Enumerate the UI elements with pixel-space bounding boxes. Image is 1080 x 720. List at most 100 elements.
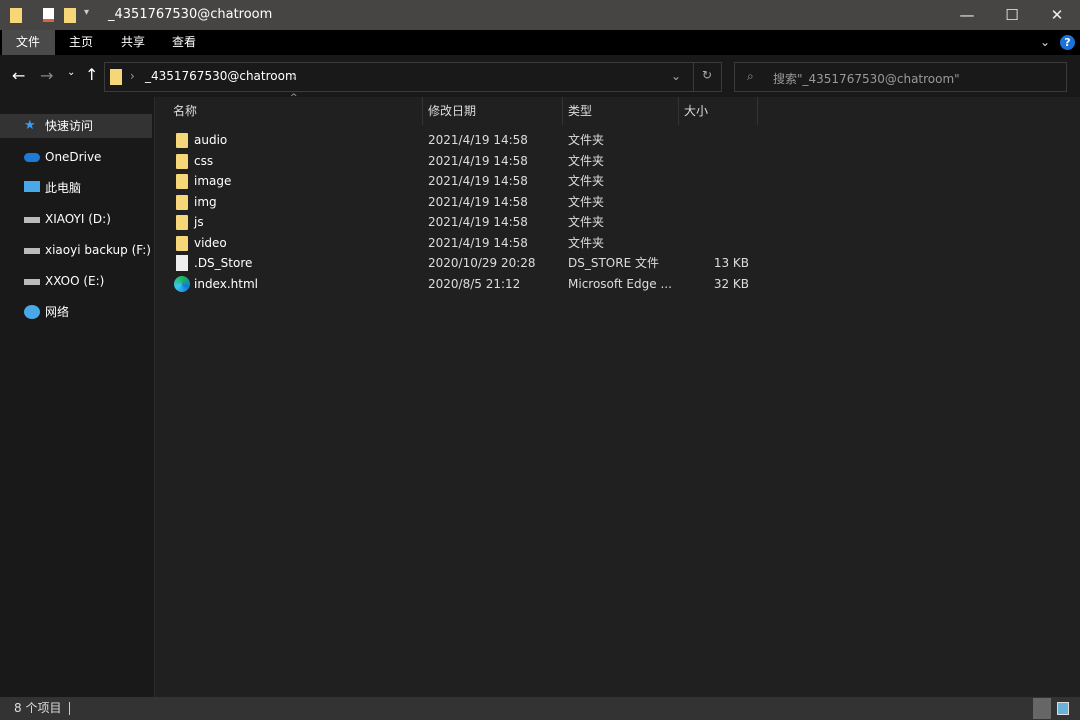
expand-ribbon-icon[interactable]: ⌄ xyxy=(1040,35,1050,49)
address-bar[interactable]: › _4351767530@chatroom › ⌄ ↻ xyxy=(104,62,722,92)
tab-home[interactable]: 主页 xyxy=(55,30,107,55)
address-dropdown-icon[interactable]: ⌄ xyxy=(671,69,681,83)
breadcrumb[interactable]: _4351767530@chatroom xyxy=(145,69,297,83)
navigation-pane: ★ 快速访问 OneDrive 此电脑 XIAOYI (D:) xiaoyi ba… xyxy=(0,97,155,697)
file-size: 13 KB xyxy=(713,256,749,270)
tab-view[interactable]: 查看 xyxy=(158,30,210,55)
item-count: 8 个项目 xyxy=(14,701,62,715)
file-type: DS_STORE 文件 xyxy=(568,256,659,270)
file-date: 2020/8/5 21:12 xyxy=(428,276,521,291)
file-row[interactable]: video 2021/4/19 14:58 文件夹 xyxy=(170,233,760,253)
file-name: img xyxy=(194,194,217,209)
file-type: 文件夹 xyxy=(568,174,605,188)
sidebar-item-label: xiaoyi backup (F:) xyxy=(45,243,151,257)
computer-icon xyxy=(24,181,40,192)
file-row[interactable]: index.html 2020/8/5 21:12 Microsoft Edge .… xyxy=(170,274,760,294)
file-row[interactable]: audio 2021/4/19 14:58 文件夹 xyxy=(170,130,760,150)
close-button[interactable]: ✕ xyxy=(1034,0,1080,30)
properties-icon[interactable] xyxy=(43,8,54,22)
column-header-size[interactable]: 大小 xyxy=(684,97,708,125)
folder-icon xyxy=(176,174,188,189)
search-placeholder: 搜索"_4351767530@chatroom" xyxy=(773,72,960,86)
divider xyxy=(69,702,70,715)
column-divider[interactable] xyxy=(562,97,563,125)
maximize-button[interactable]: ☐ xyxy=(989,0,1035,30)
sidebar-item-label: XIAOYI (D:) xyxy=(45,212,111,226)
sidebar-item-label: XXOO (E:) xyxy=(45,274,105,288)
customize-quick-access-icon[interactable]: ▾ xyxy=(84,7,89,18)
file-row[interactable]: .DS_Store 2020/10/29 20:28 DS_STORE 文件 13 K… xyxy=(170,253,760,273)
sidebar-item-quick-access[interactable]: ★ 快速访问 xyxy=(0,114,152,138)
folder-icon xyxy=(176,215,188,230)
window-title: _4351767530@chatroom xyxy=(108,7,273,22)
minimize-button[interactable]: — xyxy=(944,0,990,30)
sidebar-item-onedrive[interactable]: OneDrive xyxy=(0,145,152,169)
file-icon xyxy=(176,255,188,271)
file-row[interactable]: css 2021/4/19 14:58 文件夹 xyxy=(170,151,760,171)
drive-icon xyxy=(24,279,40,285)
file-type: 文件夹 xyxy=(568,194,605,209)
file-name: index.html xyxy=(194,276,258,291)
file-date: 2021/4/19 14:58 xyxy=(428,153,528,168)
breadcrumb-chevron-icon: › xyxy=(130,69,135,83)
large-icons-view-button[interactable] xyxy=(1057,702,1069,715)
column-header-name[interactable]: 名称 xyxy=(173,97,197,125)
folder-icon xyxy=(176,153,188,169)
drive-icon xyxy=(24,217,40,223)
column-divider[interactable] xyxy=(757,97,758,125)
forward-icon[interactable]: → xyxy=(40,66,53,85)
sidebar-item-label: 此电脑 xyxy=(45,181,82,195)
file-date: 2021/4/19 14:58 xyxy=(428,133,528,147)
divider xyxy=(693,63,694,91)
sidebar-item-label: 快速访问 xyxy=(45,119,94,133)
folder-icon xyxy=(176,235,188,251)
column-divider[interactable] xyxy=(422,97,423,125)
file-date: 2021/4/19 14:58 xyxy=(428,194,528,209)
folder-icon xyxy=(176,194,188,210)
sidebar-item-drive-e[interactable]: XXOO (E:) xyxy=(0,269,152,293)
sidebar-item-label: OneDrive xyxy=(45,150,102,164)
up-icon[interactable]: ↑ xyxy=(85,65,98,84)
folder-icon xyxy=(110,69,122,85)
back-icon[interactable]: ← xyxy=(12,66,25,85)
column-divider[interactable] xyxy=(678,97,679,125)
search-icon: ⌕ xyxy=(747,69,754,83)
file-row[interactable]: js 2021/4/19 14:58 文件夹 xyxy=(170,212,760,232)
status-bar: 8 个项目 xyxy=(0,697,1080,720)
sidebar-item-label: 网络 xyxy=(45,305,70,319)
recent-locations-icon[interactable]: ⌄ xyxy=(67,67,75,78)
file-row[interactable]: img 2021/4/19 14:58 文件夹 xyxy=(170,192,760,212)
file-name: video xyxy=(194,235,227,250)
file-type: 文件夹 xyxy=(568,153,605,168)
file-date: 2021/4/19 14:58 xyxy=(428,235,528,250)
star-icon: ★ xyxy=(24,118,36,133)
file-name: css xyxy=(194,153,214,168)
file-row[interactable]: image 2021/4/19 14:58 文件夹 xyxy=(170,171,760,191)
tab-file[interactable]: 文件 xyxy=(2,30,55,55)
file-date: 2021/4/19 14:58 xyxy=(428,174,528,188)
column-header-date[interactable]: 修改日期 xyxy=(428,97,476,125)
drive-icon xyxy=(24,248,40,254)
sidebar-item-this-pc[interactable]: 此电脑 xyxy=(0,176,152,200)
breadcrumb-chevron-icon[interactable]: › xyxy=(292,69,297,83)
file-name: .DS_Store xyxy=(194,256,253,270)
file-type: Microsoft Edge ... xyxy=(568,276,672,291)
sidebar-item-drive-d[interactable]: XIAOYI (D:) xyxy=(0,207,152,231)
sidebar-item-drive-f[interactable]: xiaoyi backup (F:) xyxy=(0,238,152,262)
file-name: js xyxy=(194,215,204,229)
title-bar: ▾ _4351767530@chatroom — ☐ ✕ xyxy=(0,0,1080,30)
tab-share[interactable]: 共享 xyxy=(107,30,159,55)
file-type: 文件夹 xyxy=(568,133,605,147)
sort-ascending-icon: ^ xyxy=(290,93,298,103)
file-type: 文件夹 xyxy=(568,215,605,229)
sidebar-item-network[interactable]: 网络 xyxy=(0,300,152,324)
column-header-type[interactable]: 类型 xyxy=(568,97,592,125)
search-input[interactable]: ⌕ 搜索"_4351767530@chatroom" xyxy=(734,62,1067,92)
file-size: 32 KB xyxy=(713,276,749,291)
refresh-icon[interactable]: ↻ xyxy=(702,68,712,82)
details-view-button[interactable] xyxy=(1033,698,1051,719)
new-folder-icon[interactable] xyxy=(64,8,76,23)
network-icon xyxy=(24,305,40,319)
folder-icon xyxy=(176,133,188,148)
help-icon[interactable]: ? xyxy=(1060,35,1075,50)
